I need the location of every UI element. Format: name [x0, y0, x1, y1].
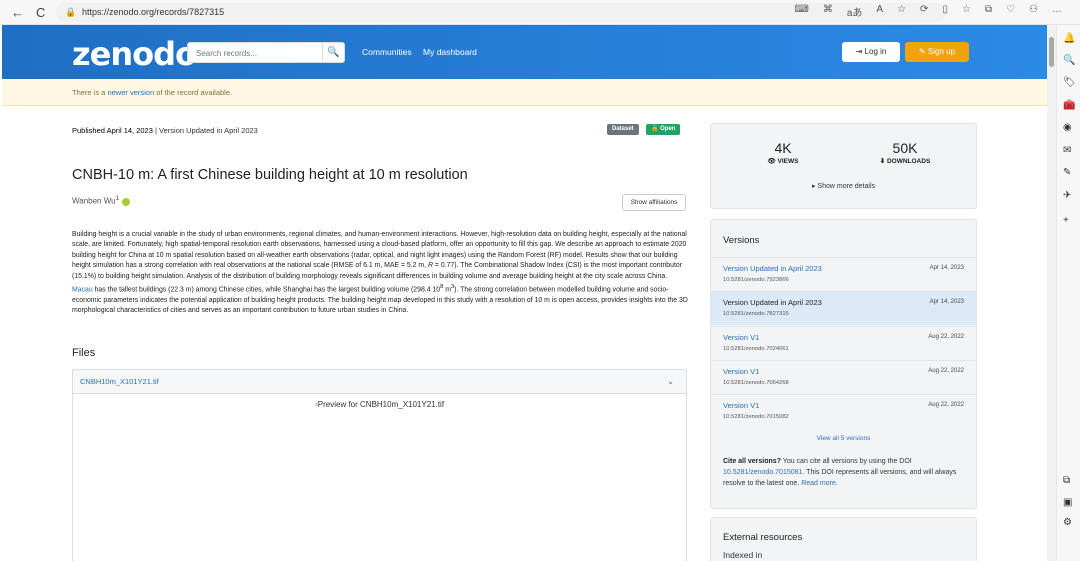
version-item[interactable]: Version V1 Aug 22, 2022 10.5281/zenodo.702… — [711, 325, 976, 360]
page-viewport: zenodo 🔍 Communities My dashboard ⇥ Log … — [0, 25, 1047, 561]
record-title: CNBH-10 m: A first Chinese building heig… — [72, 167, 468, 183]
versions-panel: Versions Version Updated in April 2023 Ap… — [710, 219, 977, 509]
open-access-badge: 🔓 Open — [646, 124, 681, 135]
edge-sidebar-icon-10[interactable]: ▣ — [1063, 497, 1072, 508]
file-accordion-header[interactable]: CNBH10m_X101Y21.tif ⌄ — [73, 370, 686, 394]
site-header: zenodo 🔍 Communities My dashboard ⇥ Log … — [2, 25, 1047, 79]
file-preview: ▫Preview for CNBH10m_X101Y21.tif — [314, 400, 445, 409]
toolbar-icon-2[interactable]: aあ — [847, 4, 863, 19]
scrollbar-thumb[interactable] — [1049, 37, 1054, 67]
edge-sidebar-icon-5[interactable]: ✉ — [1063, 145, 1071, 156]
toolbar-icon-11[interactable]: … — [1052, 4, 1062, 19]
version-date: Apr 14, 2023 — [929, 265, 964, 271]
edge-sidebar: 🔔 🔍 🏷 🧰 ◉ ✉ ✎ ✈ + ⧉ ▣ ⚙ — [1056, 25, 1080, 561]
edge-sidebar-icon-2[interactable]: 🏷 — [1063, 77, 1076, 88]
browser-toolbar: ← C 🔒 https://zenodo.org/records/7827315… — [0, 0, 1080, 25]
version-item[interactable]: Version V1 Aug 22, 2022 10.5281/zenodo.706… — [711, 359, 976, 394]
version-title[interactable]: Version V1 — [723, 367, 759, 376]
author: Wanben Wu1 — [72, 195, 131, 206]
version-doi: 10.5281/zenodo.7024061 — [723, 345, 789, 352]
toolbar-icon-9[interactable]: ♡ — [1006, 4, 1015, 19]
version-date: Apr 14, 2023 — [929, 299, 964, 306]
orcid-icon[interactable] — [122, 197, 131, 206]
toolbar-icon-4[interactable]: ☆ — [897, 4, 906, 19]
scrollbar[interactable] — [1047, 25, 1056, 561]
version-doi: 10.5281/zenodo.7827315 — [723, 311, 789, 318]
nav-my-dashboard[interactable]: My dashboard — [423, 47, 477, 57]
version-doi: 10.5281/zenodo.7064268 — [723, 379, 789, 386]
toolbar-icon-0[interactable]: ⌨ — [794, 4, 808, 19]
external-resources-heading: External resources — [723, 532, 803, 543]
lock-icon: 🔒 — [65, 7, 77, 17]
back-icon[interactable]: ← — [11, 5, 24, 20]
files-panel: CNBH10m_X101Y21.tif ⌄ ▫Preview for CNBH1… — [72, 369, 687, 561]
toolbar-icon-7[interactable]: ☆ — [962, 4, 971, 19]
browser-toolbar-icons: ⌨ ⌘ aあ A ☆ ⟳ ▯ ☆ ⧉ ♡ ⚇ … — [794, 4, 1062, 19]
version-date: Aug 22, 2022 — [928, 333, 964, 340]
search-input[interactable] — [188, 44, 318, 63]
version-item[interactable]: Version V1 Aug 22, 2022 10.5281/zenodo.701… — [711, 394, 976, 428]
external-resources-panel: External resources Indexed in — [710, 517, 977, 561]
reload-icon[interactable]: C — [36, 5, 45, 20]
version-title[interactable]: Version Updated in April 2023 — [723, 298, 822, 307]
files-heading: Files — [72, 347, 96, 359]
file-name[interactable]: CNBH10m_X101Y21.tif — [80, 377, 159, 386]
versions-heading: Versions — [723, 235, 760, 246]
edge-sidebar-icon-9[interactable]: ⧉ — [1063, 475, 1070, 486]
concept-doi-link[interactable]: 10.5281/zenodo.7015081 — [723, 469, 802, 476]
edge-sidebar-icon-6[interactable]: ✎ — [1063, 167, 1071, 178]
version-title[interactable]: Version V1 — [723, 333, 759, 342]
indexed-in-label: Indexed in — [723, 550, 763, 560]
version-date: Aug 22, 2022 — [928, 402, 964, 409]
version-item[interactable]: Version Updated in April 2023 Apr 14, 202… — [711, 257, 976, 291]
version-item[interactable]: Version Updated in April 2023 Apr 14, 202… — [711, 291, 976, 326]
edge-sidebar-icon-1[interactable]: 🔍 — [1063, 55, 1075, 66]
toolbar-icon-3[interactable]: A — [876, 4, 883, 19]
version-title[interactable]: Version V1 — [723, 401, 759, 410]
search-box: 🔍 — [187, 42, 345, 63]
chevron-down-icon[interactable]: ⌄ — [667, 370, 674, 394]
search-icon[interactable]: 🔍 — [322, 43, 344, 62]
edge-sidebar-icon-8[interactable]: + — [1063, 215, 1069, 226]
stats-panel: 4K 👁 VIEWS 50K ⬇ DOWNLOADS ▸ Show more d… — [710, 123, 977, 209]
show-affiliations-button[interactable]: Show affiliations — [622, 194, 686, 211]
version-title[interactable]: Version Updated in April 2023 — [723, 264, 822, 273]
version-date: Aug 22, 2022 — [928, 367, 964, 374]
newer-version-notice: There is a newer version of the record a… — [2, 79, 1047, 106]
publication-meta: Published April 14, 2023 | Version Updat… — [72, 126, 258, 135]
edge-sidebar-icon-0[interactable]: 🔔 — [1063, 33, 1075, 44]
author-name[interactable]: Wanben Wu — [72, 197, 116, 206]
signup-button[interactable]: ✎ Sign up — [905, 42, 969, 62]
zenodo-logo[interactable]: zenodo — [72, 35, 197, 73]
views-stat: 4K 👁 VIEWS — [767, 140, 799, 165]
downloads-stat: 50K ⬇ DOWNLOADS — [879, 140, 931, 165]
read-more-link[interactable]: Read more. — [801, 480, 838, 487]
toolbar-icon-6[interactable]: ▯ — [942, 4, 948, 19]
version-doi: 10.5281/zenodo.7923866 — [723, 277, 789, 283]
toolbar-icon-1[interactable]: ⌘ — [823, 4, 833, 19]
dataset-badge: Dataset — [607, 124, 639, 135]
edge-sidebar-icon-4[interactable]: ◉ — [1063, 122, 1072, 133]
version-doi: 10.5281/zenodo.7015082 — [723, 414, 789, 421]
newer-version-link[interactable]: newer version — [107, 88, 154, 97]
toolbar-icon-10[interactable]: ⚇ — [1029, 4, 1038, 19]
edge-sidebar-icon-11[interactable]: ⚙ — [1063, 517, 1072, 528]
login-button[interactable]: ⇥ Log in — [842, 42, 900, 62]
cite-all-versions: Cite all versions? You can cite all vers… — [723, 458, 957, 487]
edge-sidebar-icon-7[interactable]: ✈ — [1063, 190, 1071, 201]
show-more-details[interactable]: ▸ Show more details — [711, 182, 976, 190]
nav-communities[interactable]: Communities — [362, 47, 412, 57]
toolbar-icon-8[interactable]: ⧉ — [985, 4, 992, 19]
view-all-versions-link[interactable]: View all 5 versions — [711, 435, 976, 442]
toolbar-icon-5[interactable]: ⟳ — [920, 4, 928, 19]
macau-link[interactable]: Macau — [72, 286, 93, 293]
url-text: https://zenodo.org/records/7827315 — [82, 7, 225, 17]
abstract: Building height is a crucial variable in… — [72, 231, 688, 315]
edge-sidebar-icon-3[interactable]: 🧰 — [1063, 100, 1075, 111]
